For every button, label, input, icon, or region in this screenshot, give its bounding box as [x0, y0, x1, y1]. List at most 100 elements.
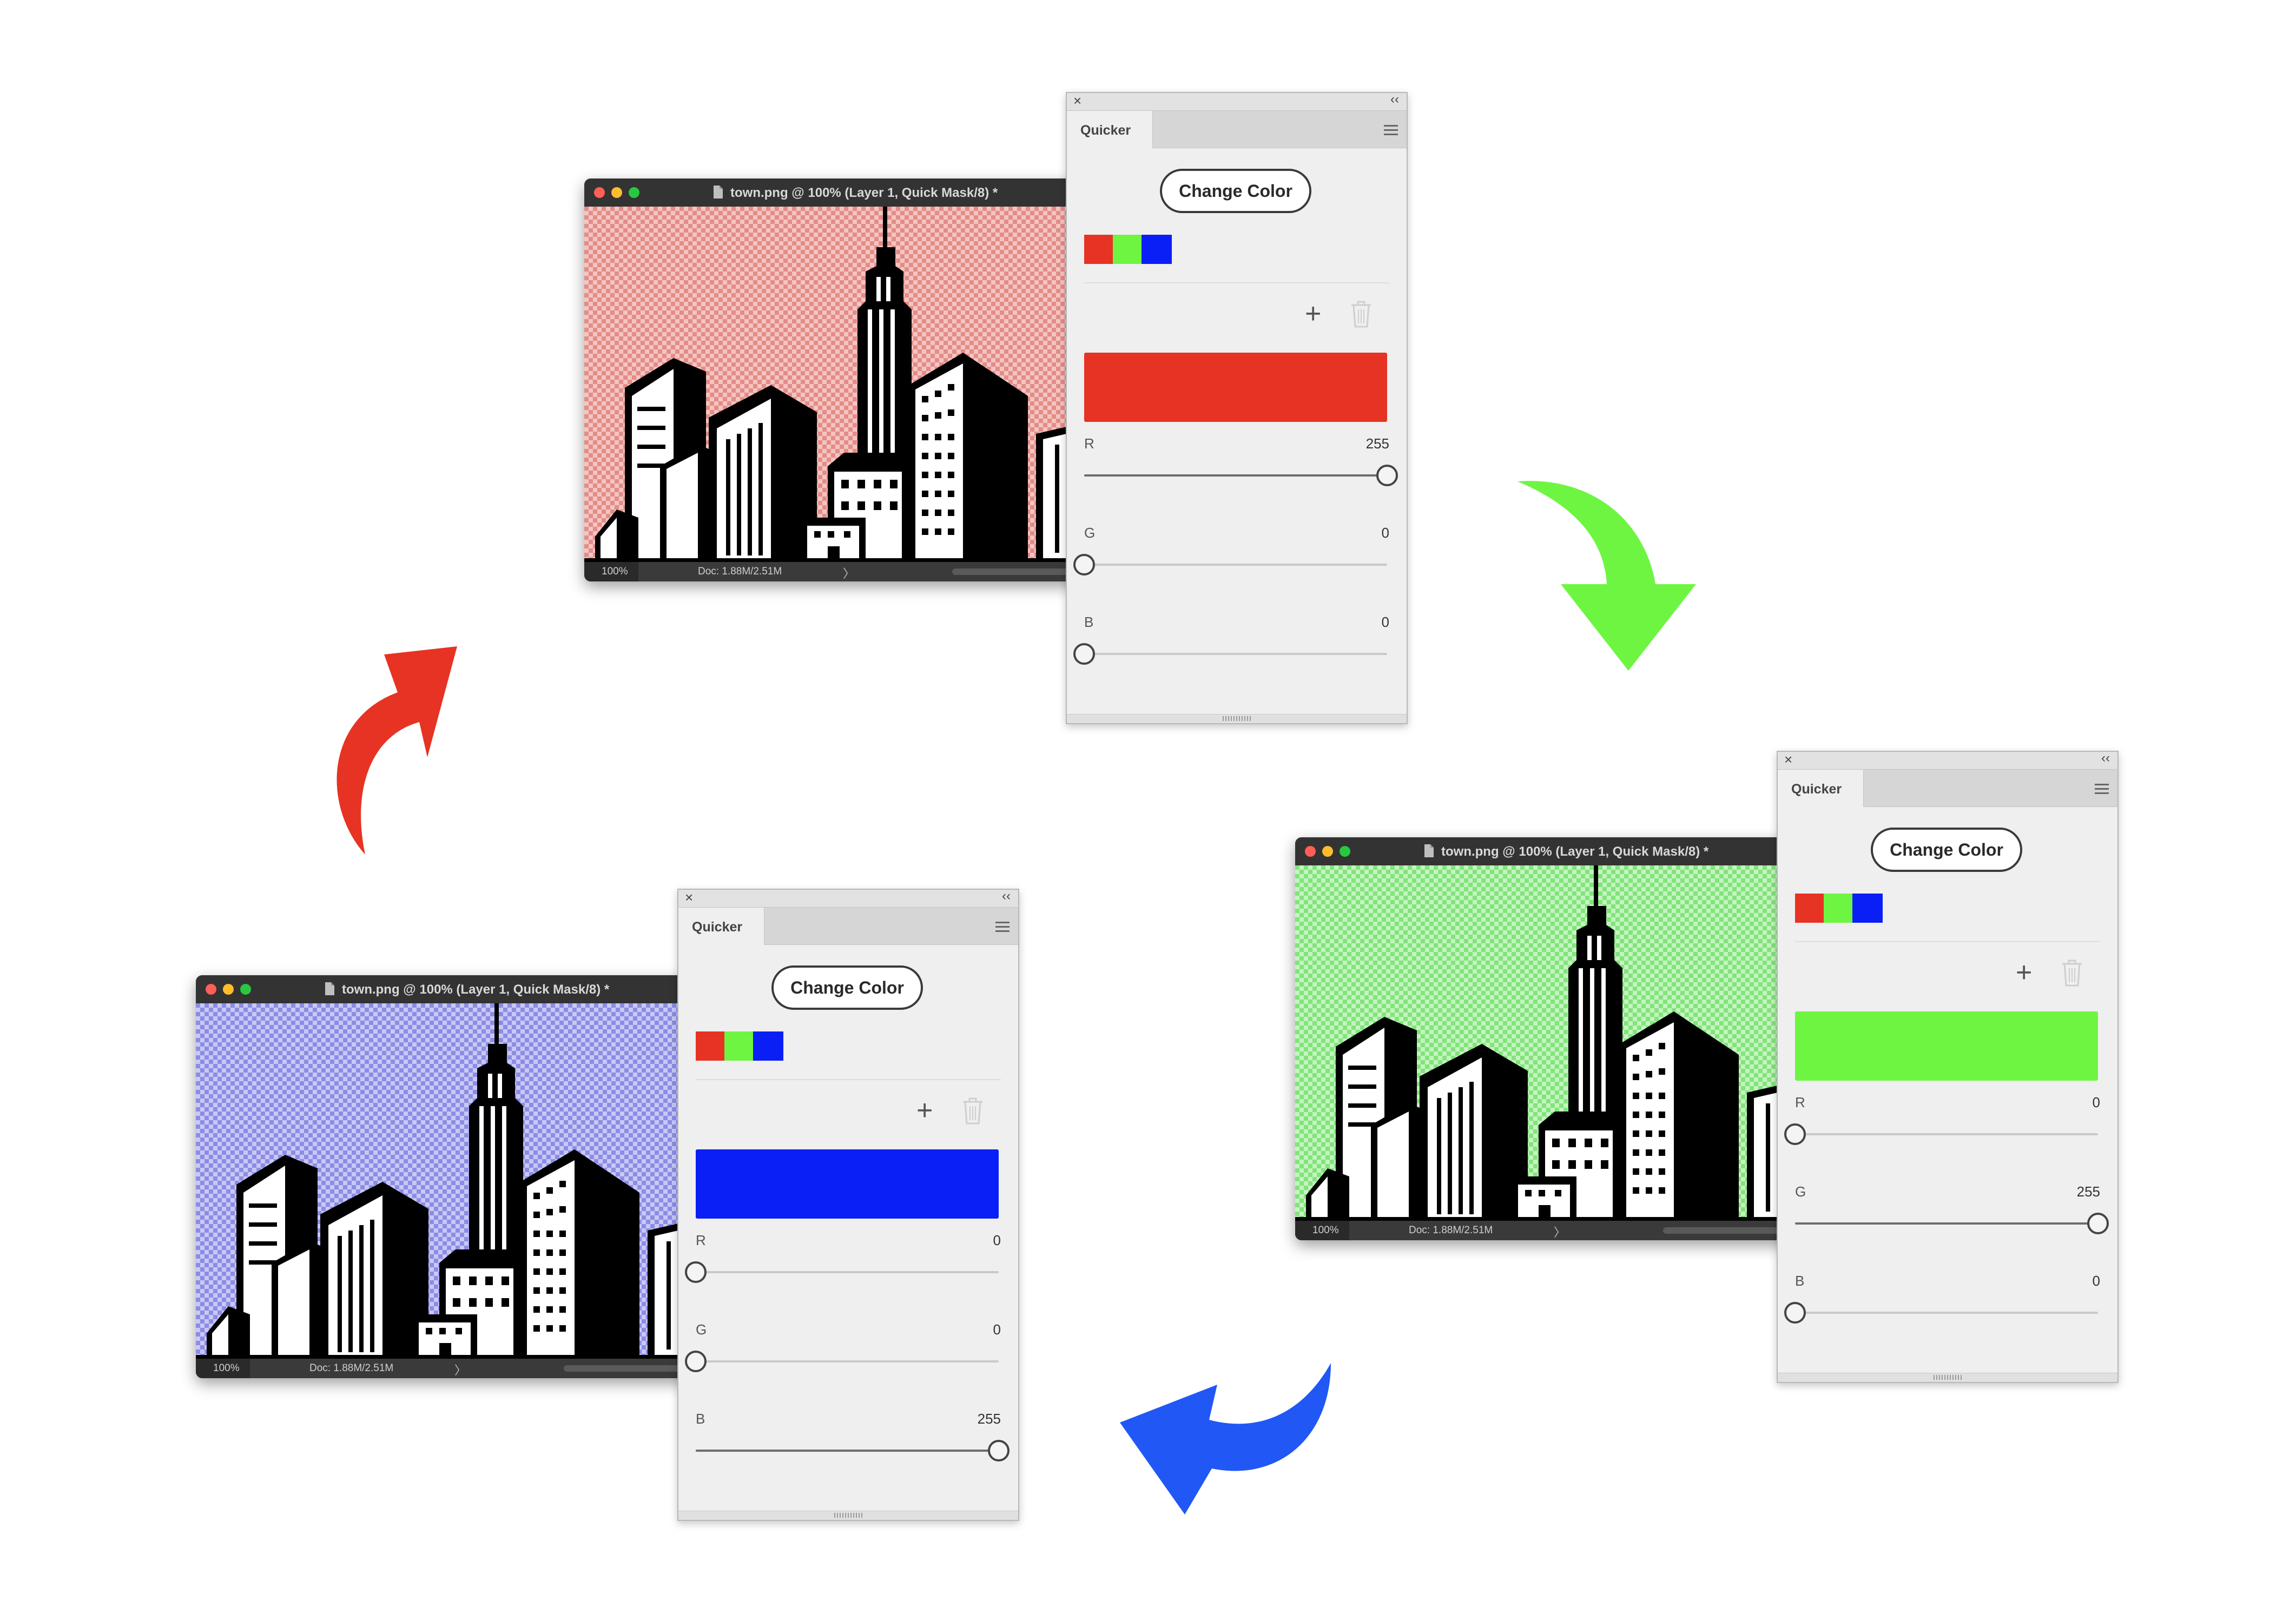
zoom-field[interactable]: 100% — [196, 1359, 250, 1378]
panel-tab-bar: Quicker — [1067, 110, 1407, 148]
panel-collapse-icon[interactable]: ‹‹ — [1390, 92, 1399, 107]
swatch-red[interactable] — [696, 1031, 726, 1061]
hamburger-menu-icon[interactable] — [1384, 125, 1398, 138]
panel-divider — [1795, 941, 2100, 942]
workspace-blue-state: town.png @ 100% (Layer 1, Quick Mask/8) … — [196, 889, 1019, 1538]
slider-g-value: 0 — [1381, 525, 1389, 541]
status-menu-arrow[interactable]: 〉 — [454, 1361, 466, 1378]
slider-b-value: 0 — [2092, 1273, 2100, 1289]
minimize-window-button[interactable] — [223, 984, 234, 995]
horizontal-scrollbar[interactable] — [952, 568, 1082, 575]
swatch-green[interactable] — [724, 1031, 755, 1061]
slider-r[interactable] — [685, 1261, 999, 1283]
slider-g-value: 255 — [2076, 1183, 2100, 1200]
zoom-field[interactable]: 100% — [584, 562, 638, 581]
slider-b-value: 255 — [977, 1411, 1001, 1427]
slider-g[interactable] — [1795, 1213, 2109, 1234]
zoom-window-button[interactable] — [1340, 846, 1350, 857]
change-color-button[interactable]: Change Color — [1160, 169, 1311, 213]
document-window: town.png @ 100% (Layer 1, Quick Mask/8) … — [1295, 837, 1793, 1240]
close-window-button[interactable] — [1305, 846, 1316, 857]
change-color-button[interactable]: Change Color — [1871, 828, 2022, 872]
close-window-button[interactable] — [594, 187, 605, 198]
slider-g-label: G — [1795, 1183, 1806, 1200]
trash-icon[interactable] — [1348, 300, 1374, 329]
swatch-red[interactable] — [1795, 894, 1825, 923]
slider-b[interactable] — [1073, 643, 1387, 665]
panel-close-icon[interactable]: × — [1073, 92, 1081, 109]
horizontal-scrollbar[interactable] — [1663, 1227, 1793, 1234]
plus-icon[interactable]: + — [916, 1094, 933, 1127]
slider-g-thumb[interactable] — [1073, 554, 1095, 576]
slider-r[interactable] — [1084, 465, 1398, 486]
panel-close-icon[interactable]: × — [685, 889, 693, 906]
slider-b-thumb[interactable] — [1784, 1302, 1806, 1324]
panel-resize-bar[interactable] — [1067, 714, 1407, 723]
zoom-window-button[interactable] — [240, 984, 251, 995]
tab-quicker-label: Quicker — [692, 920, 743, 935]
slider-g-thumb[interactable] — [685, 1351, 707, 1372]
slider-b-value: 0 — [1381, 614, 1389, 630]
workspace-red-state: town.png @ 100% (Layer 1, Quick Mask/8) … — [584, 92, 1408, 741]
panel-close-icon[interactable]: × — [1784, 751, 1792, 768]
image-canvas[interactable] — [196, 1003, 694, 1359]
slider-b-thumb[interactable] — [1073, 643, 1095, 665]
slider-r-label: R — [1795, 1094, 1805, 1110]
city-image — [1295, 865, 1793, 1221]
status-bar: 100% Doc: 1.88M/2.51M 〉 — [196, 1359, 694, 1378]
swatch-red[interactable] — [1084, 235, 1114, 264]
slider-b[interactable] — [696, 1440, 1010, 1461]
image-canvas[interactable] — [584, 207, 1082, 562]
swatch-blue[interactable] — [1852, 894, 1883, 923]
zoom-window-button[interactable] — [629, 187, 639, 198]
hamburger-menu-icon[interactable] — [995, 922, 1010, 935]
slider-g-label: G — [696, 1321, 707, 1338]
trash-icon[interactable] — [2059, 958, 2085, 988]
swatch-green[interactable] — [1824, 894, 1854, 923]
slider-g-thumb[interactable] — [2087, 1213, 2109, 1234]
panel-collapse-icon[interactable]: ‹‹ — [1002, 889, 1011, 904]
image-canvas[interactable] — [1295, 865, 1793, 1221]
tab-quicker[interactable]: Quicker — [1778, 770, 1864, 807]
slider-r[interactable] — [1784, 1123, 2098, 1145]
slider-g[interactable] — [1073, 554, 1387, 576]
minimize-window-button[interactable] — [1322, 846, 1333, 857]
panel-resize-bar[interactable] — [678, 1511, 1018, 1520]
tab-quicker[interactable]: Quicker — [1067, 111, 1153, 148]
slider-r-thumb[interactable] — [685, 1261, 707, 1283]
slider-b[interactable] — [1784, 1302, 2098, 1324]
swatch-blue[interactable] — [1142, 235, 1172, 264]
document-title-bar[interactable]: town.png @ 100% (Layer 1, Quick Mask/8) … — [1295, 837, 1793, 865]
plus-icon[interactable]: + — [1305, 297, 1321, 330]
document-title-bar[interactable]: town.png @ 100% (Layer 1, Quick Mask/8) … — [196, 975, 694, 1003]
slider-b-thumb[interactable] — [988, 1440, 1010, 1461]
workspace-green-state: town.png @ 100% (Layer 1, Quick Mask/8) … — [1295, 751, 2119, 1400]
change-color-button[interactable]: Change Color — [771, 965, 923, 1010]
slider-r-thumb[interactable] — [1376, 465, 1398, 486]
slider-g-label: G — [1084, 525, 1096, 541]
document-title-bar[interactable]: town.png @ 100% (Layer 1, Quick Mask/8) … — [584, 178, 1082, 207]
doc-size-info: Doc: 1.88M/2.51M — [309, 1362, 394, 1374]
panel-resize-bar[interactable] — [1778, 1373, 2117, 1382]
zoom-level: 100% — [1312, 1225, 1339, 1236]
hamburger-menu-icon[interactable] — [2095, 784, 2109, 797]
color-preview — [1084, 353, 1387, 422]
trash-icon[interactable] — [960, 1096, 986, 1126]
tab-quicker-label: Quicker — [1080, 123, 1131, 138]
status-menu-arrow[interactable]: 〉 — [843, 564, 855, 581]
swatch-blue[interactable] — [753, 1031, 783, 1061]
slider-r-thumb[interactable] — [1784, 1123, 1806, 1145]
minimize-window-button[interactable] — [611, 187, 622, 198]
document-window: town.png @ 100% (Layer 1, Quick Mask/8) … — [584, 178, 1082, 581]
slider-g[interactable] — [685, 1351, 999, 1372]
zoom-field[interactable]: 100% — [1295, 1221, 1349, 1240]
swatch-green[interactable] — [1113, 235, 1143, 264]
zoom-level: 100% — [213, 1362, 240, 1374]
tab-quicker[interactable]: Quicker — [678, 908, 764, 945]
horizontal-scrollbar[interactable] — [564, 1365, 694, 1372]
status-menu-arrow[interactable]: 〉 — [1554, 1223, 1566, 1240]
document-icon — [325, 982, 334, 995]
panel-collapse-icon[interactable]: ‹‹ — [2101, 751, 2110, 766]
plus-icon[interactable]: + — [2016, 956, 2032, 989]
close-window-button[interactable] — [206, 984, 216, 995]
